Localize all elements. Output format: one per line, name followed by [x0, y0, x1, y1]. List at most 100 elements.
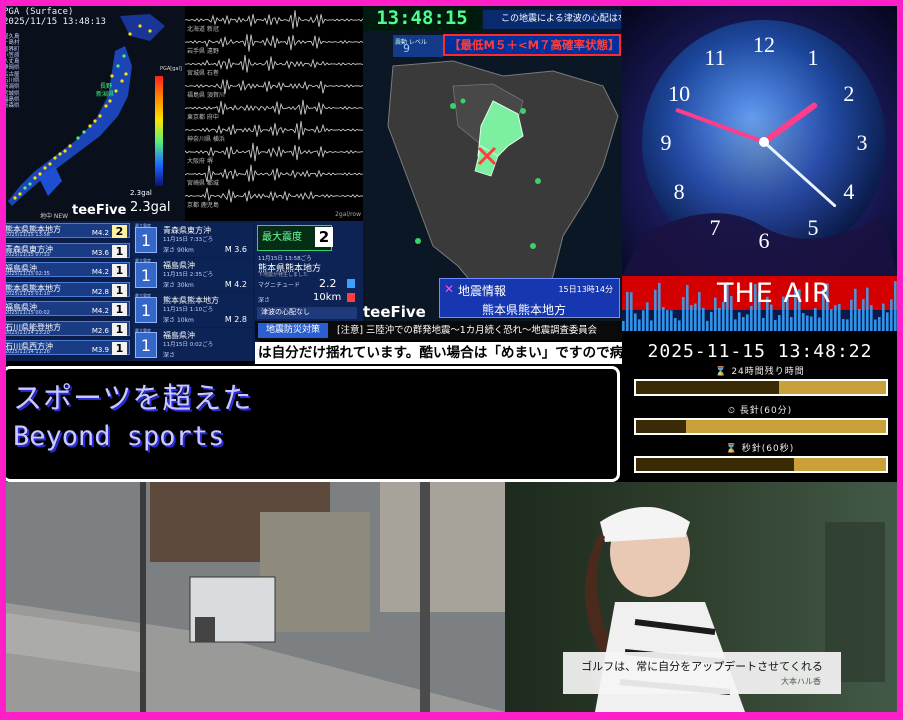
card-mag: M 4.2	[224, 280, 247, 289]
quake-detail-card: 最大震度 1 熊本県熊本地方 11月15日 1:10ごろ 深さ 10km M 2.8	[133, 293, 253, 327]
equalizer-bar	[658, 282, 661, 331]
quake-note: 下地震が発生しました	[258, 272, 309, 278]
subtitle-line-en: Beyond sports	[13, 421, 225, 452]
timer-label-minute-text: 長針(60分)	[739, 406, 793, 416]
quake-info-box: ✕ 地震情報 15日13時14分 熊本県熊本地方	[439, 278, 620, 318]
equalizer-bar	[642, 310, 645, 331]
quake-list-item[interactable]: 福島県沖 2025/11/15 02:35 M4.2 1	[2, 262, 130, 277]
pga-map-panel: PGA (Surface) 2025/11/15 13:48:13 屋久島 十島村…	[0, 6, 185, 221]
second-progress-fill	[636, 458, 794, 471]
quake-mag: M4.2	[91, 268, 109, 276]
subtitle-box: スポーツを超えた Beyond sports	[2, 366, 620, 482]
clock-number: 2	[843, 81, 854, 106]
equalizer-bar	[666, 310, 669, 331]
quake-mag: M3.9	[91, 346, 109, 354]
station-name: 神奈川県 横浜	[187, 136, 225, 143]
quake-date: 2025/11/15 01:10	[5, 290, 50, 297]
station-name: 福島県 須賀川	[187, 92, 225, 99]
equalizer-bar	[710, 311, 713, 331]
equalizer-bar	[810, 316, 813, 331]
equalizer-bar	[690, 305, 693, 331]
quake-detail-card: 最大震度 1 福島県沖 11月15日 2:35ごろ 深さ 30km M 4.2	[133, 258, 253, 292]
equalizer-bar	[846, 319, 849, 331]
magnitude-color-chip	[347, 279, 355, 288]
quake-list-item[interactable]: 熊本県熊本地方 2025/11/15 01:10 M2.8 1	[2, 281, 130, 297]
quake-list-item[interactable]: 石川県西方沖 2025/11/14 11:26 M3.9 1	[2, 340, 130, 355]
quake-list-item[interactable]: 熊本県熊本地方 2025/11/15 13:58 M4.2 2	[2, 223, 130, 238]
card-depth: 深さ 10km	[163, 315, 194, 324]
street-scene	[0, 482, 505, 712]
magnitude-label: マグニチュード	[258, 282, 301, 289]
equalizer-bar	[742, 317, 745, 331]
wave-scale: 2gal/row	[335, 211, 361, 218]
equalizer-bar	[874, 319, 877, 331]
the-air-banner: THE AIR	[622, 276, 898, 331]
timer-label-second-text: 秒針(60秒)	[741, 444, 795, 454]
brand-logo-2: teeFive	[363, 303, 426, 321]
equalizer-bar	[626, 291, 629, 331]
max-intensity-value: 2	[315, 227, 333, 247]
quake-shindo: 1	[112, 264, 127, 277]
card-mag: M 3.6	[224, 245, 247, 254]
wave-caption: 地中 NEW	[40, 213, 69, 220]
timer-label-day-text: 24時間残り時間	[731, 367, 805, 377]
equalizer-bar	[738, 312, 741, 331]
quake-shindo: 1	[112, 303, 127, 316]
quake-list-item[interactable]: 青森県東方沖 2025/11/15 07:33 M3.6 1	[2, 242, 130, 258]
quake-shindo: 1	[112, 342, 127, 355]
card-shindo: 1	[135, 332, 157, 358]
card-depth: 深さ 90km	[163, 245, 194, 254]
card-depth: 深さ	[163, 350, 175, 359]
equalizer-bar	[698, 292, 701, 331]
close-icon: ✕	[444, 282, 455, 296]
hourglass-icon: ⌛	[715, 367, 732, 377]
card-shindo: 1	[135, 297, 157, 323]
quake-list-item[interactable]: 福島県沖 2025/11/15 00:02 M4.2 1	[2, 301, 130, 316]
equalizer-bar	[890, 299, 893, 331]
card-depth-value: 90km	[176, 247, 194, 254]
station-name: 宮崎県 都城	[187, 180, 219, 187]
quote-caption: ゴルフは、常に自分をアップデートさせてくれる 大本ハル香	[563, 652, 841, 694]
equalizer-bar	[734, 319, 737, 331]
card-time: 11月15日 0:02ごろ	[163, 342, 214, 348]
minute-progress-bar	[634, 418, 888, 435]
tsunami-banner: この地震による津波の心配はなし	[483, 10, 621, 29]
digital-clock: 13:48:15	[363, 6, 481, 31]
minute-progress-fill	[636, 420, 686, 433]
legend-title: PGA[gal]	[160, 66, 182, 72]
equalizer-bar	[682, 297, 685, 331]
clock-number: 6	[759, 228, 770, 253]
equalizer-bar	[806, 315, 809, 331]
quake-list-item[interactable]: 石川県能登地方 2025/11/14 23:20 M2.6 1	[2, 320, 130, 336]
equalizer-bar	[702, 307, 705, 331]
equalizer-bar	[858, 309, 861, 331]
station-name: 京都 鹿児島	[187, 202, 219, 209]
quake-shindo: 1	[112, 244, 127, 258]
day-progress-fill	[636, 381, 779, 394]
equalizer-bar	[878, 316, 881, 331]
quake-shindo: 1	[112, 283, 127, 297]
timer-label-second: ⌛ 秒針(60秒)	[622, 441, 898, 454]
equalizer-bar	[686, 284, 689, 331]
equalizer-bar	[870, 305, 873, 331]
news-ticker: 地震防災対策 [注意] 三陸沖での群発地震～1カ月続く恐れ～地震調査委員会	[255, 321, 622, 340]
intensity-level-label: 震動 レベル	[393, 35, 443, 57]
card-depth-label: 深さ	[163, 317, 176, 324]
pga-color-scale	[155, 76, 163, 186]
intensity-level-value: 9	[403, 42, 410, 55]
timer-label-minute: ⏲ 長針(60分)	[622, 403, 898, 416]
analog-clock: 121234567891011	[622, 20, 898, 276]
card-depth-label: 深さ	[163, 282, 176, 289]
equalizer-bar	[662, 307, 665, 331]
latest-quake-card: 最大震度 2 11月15日 13:58ごろ 熊本県熊本地方 下地震が発生しました…	[255, 221, 365, 321]
datetime-display: 2025-11-15 13:48:22	[647, 341, 873, 362]
equalizer-bar	[638, 319, 641, 331]
clock-number: 11	[704, 45, 725, 70]
equalizer-bar	[850, 299, 853, 331]
equalizer-bar	[706, 320, 709, 331]
golf-video-feed: ゴルフは、常に自分をアップデートさせてくれる 大本ハル香	[505, 482, 903, 712]
ticker-tag: 地震防災対策	[258, 323, 328, 338]
info-title: 地震情報	[458, 284, 507, 298]
seismograph-panel: 北海道 新冠 岩手県 遠野 宮城県 石巻 福島県 須賀川 東京都 府中 神奈川県 横浜 大阪…	[185, 6, 363, 221]
quake-mag: M4.2	[91, 307, 109, 315]
